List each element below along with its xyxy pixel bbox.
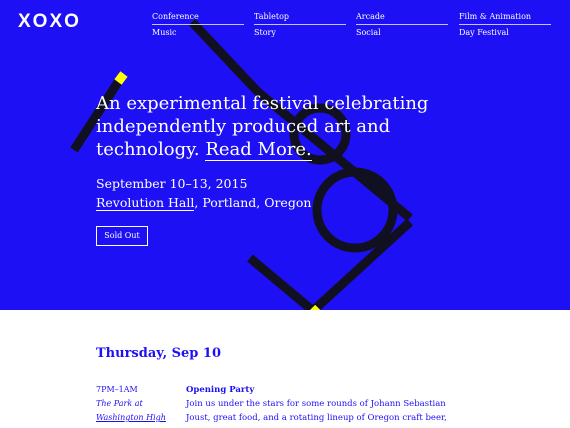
venue-location: , Portland, Oregon: [194, 195, 312, 210]
xoxo-logo[interactable]: XOXO: [18, 11, 81, 33]
venue-link[interactable]: Revolution Hall: [96, 195, 195, 211]
decor-stroke: [307, 218, 414, 310]
decor-stroke: [247, 254, 315, 310]
nav-arcade[interactable]: Arcade: [356, 11, 448, 25]
event-venue-location: The Park at Washington High: [96, 397, 176, 425]
nav-day-festival[interactable]: Day Festival: [459, 27, 551, 41]
nav-music[interactable]: Music: [152, 27, 244, 41]
sold-out-button[interactable]: Sold Out: [96, 226, 148, 246]
nav-tabletop[interactable]: Tabletop: [254, 11, 346, 25]
decor-ring: [312, 167, 398, 253]
decor-yellow-stroke: [114, 71, 128, 85]
event-venue-line1[interactable]: The Park at: [96, 397, 176, 411]
event-dates-block: September 10–13, 2015 Revolution Hall, P…: [96, 174, 311, 212]
day-title: Thursday, Sep 10: [96, 346, 221, 361]
event-dates: September 10–13, 2015: [96, 176, 248, 191]
nav-film-animation[interactable]: Film & Animation: [459, 11, 551, 25]
decor-yellow-stroke: [310, 304, 321, 310]
nav-story[interactable]: Story: [254, 27, 346, 41]
event-time: 7PM–1AM: [96, 385, 138, 394]
read-more-link[interactable]: Read More.: [205, 139, 312, 161]
hero-headline: An experimental festival celebrating ind…: [96, 92, 436, 161]
event-venue-line2[interactable]: Washington High: [96, 411, 176, 425]
side-watermark: [4, 330, 10, 360]
event-title: Opening Party: [186, 385, 255, 395]
event-description: Join us under the stars for some rounds …: [186, 399, 447, 423]
nav-social[interactable]: Social: [356, 27, 448, 41]
nav-conference[interactable]: Conference: [152, 11, 244, 25]
hero-section: XOXO Conference Tabletop Arcade Film & A…: [0, 0, 570, 310]
event-venue: Revolution Hall, Portland, Oregon: [96, 193, 311, 212]
